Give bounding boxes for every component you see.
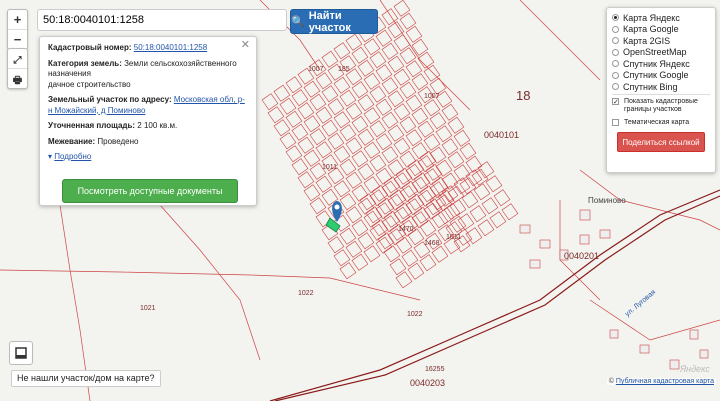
radio-icon bbox=[612, 14, 619, 21]
map-label: 1022 bbox=[407, 311, 423, 318]
search-input[interactable] bbox=[37, 9, 287, 31]
view-documents-button[interactable]: Посмотреть доступные документы bbox=[62, 179, 238, 203]
map-label: 1022 bbox=[298, 290, 314, 297]
zoom-control: + − bbox=[7, 9, 28, 50]
not-found-link[interactable]: Не нашли участок/дом на карте? bbox=[11, 370, 161, 387]
find-parcel-button[interactable]: 🔍 Найти участок bbox=[290, 9, 378, 34]
layer-option-label: Спутник Яндекс bbox=[623, 58, 690, 69]
copyright-mark: © bbox=[608, 378, 614, 385]
map-label: 1007 bbox=[424, 93, 440, 100]
share-link-button[interactable]: Поделиться ссылкой bbox=[617, 132, 705, 152]
layer-option[interactable]: Карта Google bbox=[612, 24, 710, 35]
checkmark-icon: ✓ bbox=[612, 98, 619, 106]
close-icon[interactable]: ✕ bbox=[241, 40, 250, 51]
legend-toggle-button[interactable] bbox=[9, 341, 33, 365]
radio-icon bbox=[612, 37, 619, 44]
map-label: 1021 bbox=[140, 305, 156, 312]
show-cadastral-label: Показать кадастровые границы участков bbox=[624, 98, 698, 113]
layer-option[interactable]: Спутник Google bbox=[612, 70, 710, 81]
cadastral-label: Кадастровый номер: bbox=[48, 43, 132, 52]
attribution: © Публичная кадастровая карта bbox=[606, 378, 716, 385]
map-label: 1011 bbox=[322, 164, 338, 171]
category-use: дачное строительство bbox=[48, 79, 131, 89]
map-label: 0040203 bbox=[410, 378, 446, 388]
printer-icon: 🖶 bbox=[12, 75, 23, 86]
zoom-out-button[interactable]: − bbox=[8, 30, 27, 49]
layer-option[interactable]: Спутник Bing bbox=[612, 81, 710, 92]
address-label: Земельный участок по адресу: bbox=[48, 95, 172, 104]
map-label: Поминово bbox=[588, 196, 626, 205]
checkbox-empty-icon bbox=[612, 119, 619, 126]
layer-option-label: Карта Яндекс bbox=[623, 12, 680, 23]
cadastral-link[interactable]: 50:18:0040101:1258 bbox=[134, 43, 207, 52]
tool-control: ⤢ 🖶 bbox=[7, 48, 28, 89]
category-row: Категория земель: Земли сельскохозяйстве… bbox=[48, 59, 248, 91]
layer-option-label: Карта 2GIS bbox=[623, 35, 671, 46]
layer-option[interactable]: Карта 2GIS bbox=[612, 35, 710, 46]
layer-option-label: OpenStreetMap bbox=[623, 47, 687, 57]
address-row: Земельный участок по адресу: Московская … bbox=[48, 95, 248, 116]
survey-label: Межевание: bbox=[48, 136, 96, 146]
map-label: 1470 bbox=[398, 226, 414, 233]
zoom-in-button[interactable]: + bbox=[8, 10, 27, 30]
map-label: 16255 bbox=[425, 366, 445, 373]
expand-arrows-icon: ⤢ bbox=[13, 55, 22, 66]
thematic-map-label: Тематическая карта bbox=[624, 119, 690, 126]
cadastral-number-row: Кадастровый номер: 50:18:0040101:1258 bbox=[48, 43, 248, 54]
radio-icon bbox=[612, 48, 619, 56]
print-button[interactable]: 🖶 bbox=[8, 69, 27, 88]
triangle-down-icon: ▾ bbox=[48, 152, 53, 161]
attribution-link[interactable]: Публичная кадастровая карта bbox=[616, 378, 714, 385]
thematic-map-checkbox[interactable]: Тематическая карта bbox=[612, 119, 710, 127]
radio-icon bbox=[612, 60, 619, 67]
layer-option[interactable]: OpenStreetMap bbox=[612, 47, 710, 58]
show-cadastral-checkbox[interactable]: ✓ Показать кадастровые границы участков bbox=[612, 98, 710, 114]
layer-option[interactable]: Карта Яндекс bbox=[612, 12, 710, 23]
map-label: 1007 bbox=[308, 66, 324, 73]
survey-row: Межевание: Проведено bbox=[48, 137, 248, 148]
layer-option-label: Спутник Google bbox=[623, 70, 689, 80]
area-label: Уточненная площадь: bbox=[48, 121, 136, 130]
category-label: Категория земель: bbox=[48, 58, 122, 68]
details-toggle[interactable]: ▾ Подробно bbox=[48, 152, 248, 163]
map-label: 1468 bbox=[424, 240, 440, 247]
details-link[interactable]: Подробно bbox=[54, 152, 91, 161]
search-icon: 🔍 bbox=[291, 16, 305, 28]
square-icon bbox=[15, 347, 27, 359]
layer-option[interactable]: Спутник Яндекс bbox=[612, 58, 710, 69]
layer-option-label: Карта Google bbox=[623, 24, 679, 34]
parcel-info-panel: ✕ Кадастровый номер: 50:18:0040101:1258 … bbox=[39, 36, 257, 206]
area-row: Уточненная площадь: 2 100 кв.м. bbox=[48, 121, 248, 132]
map-label: 185 bbox=[338, 66, 350, 73]
area-value: 2 100 кв.м. bbox=[137, 121, 178, 130]
survey-value: Проведено bbox=[97, 136, 139, 146]
fullscreen-button[interactable]: ⤢ bbox=[8, 49, 27, 69]
map-label: 18 bbox=[516, 88, 531, 103]
radio-icon bbox=[612, 71, 619, 79]
layer-switcher: Карта Яндекс Карта Google Карта 2GIS OpenSt… bbox=[606, 7, 716, 173]
map-label: 1011 bbox=[446, 234, 462, 241]
radio-icon bbox=[612, 83, 619, 90]
radio-icon bbox=[612, 25, 619, 33]
find-parcel-label: Найти участок bbox=[308, 9, 351, 34]
yandex-logo: Яндекс bbox=[680, 364, 710, 374]
map-label: 0040201 bbox=[564, 251, 600, 261]
map-label: 0040101 bbox=[484, 130, 520, 140]
layer-option-label: Спутник Bing bbox=[623, 81, 678, 92]
